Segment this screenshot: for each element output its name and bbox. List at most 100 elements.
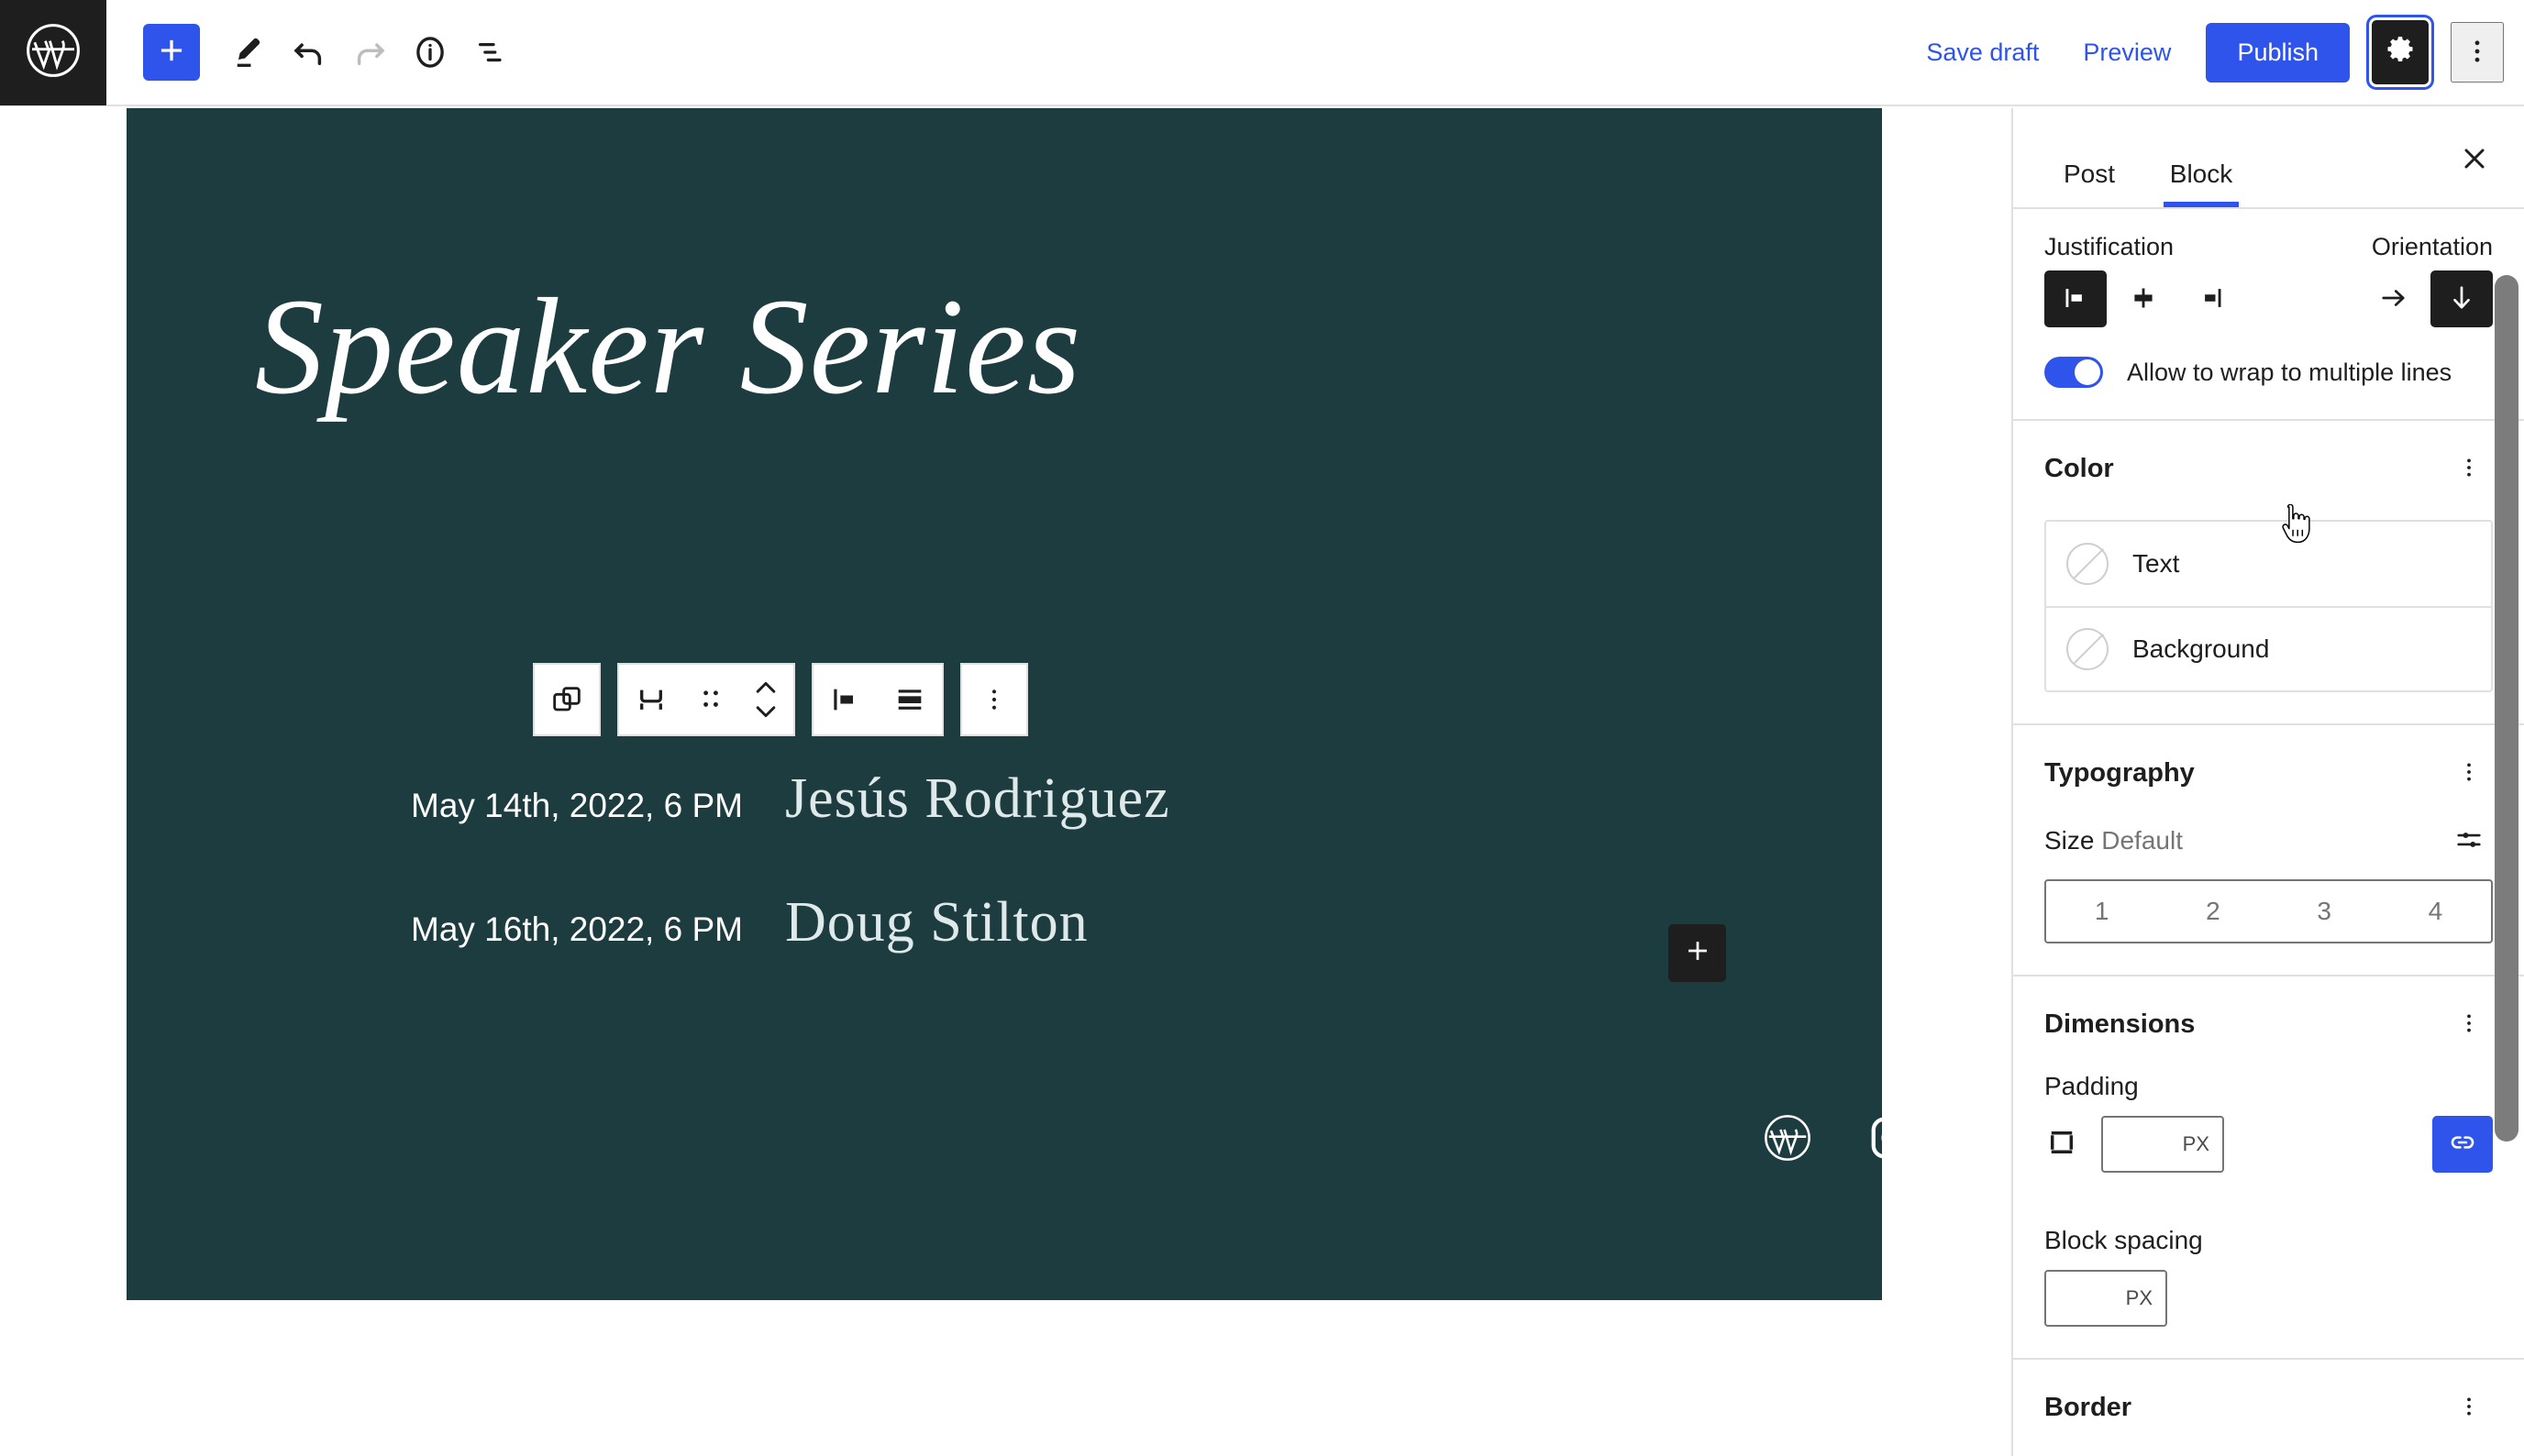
more-options-button[interactable]	[962, 665, 1026, 734]
post-canvas[interactable]: Speaker Series May 14th, 2022, 6 PM Jesú…	[127, 108, 1882, 1300]
dimensions-panel-title: Dimensions	[2044, 1009, 2196, 1039]
align-button[interactable]	[878, 665, 942, 734]
font-size-option-4[interactable]: 4	[2380, 881, 2491, 942]
padding-input[interactable]: PX	[2101, 1116, 2224, 1173]
sidebar-scrollbar[interactable]	[2495, 275, 2518, 1142]
kebab-menu-icon	[980, 685, 1009, 714]
orientation-group: Orientation	[2363, 233, 2493, 327]
gear-icon	[2384, 34, 2417, 72]
align-center-icon	[891, 681, 928, 718]
color-item-text[interactable]: Text	[2046, 522, 2491, 606]
preview-button[interactable]: Preview	[2061, 26, 2193, 80]
padding-unit-label: PX	[2182, 1132, 2209, 1155]
editor-options-button[interactable]	[2451, 22, 2504, 83]
wordpress-logo-button[interactable]	[0, 0, 106, 105]
arrow-right-icon	[2377, 281, 2410, 317]
editor-top-bar: Save draft Preview Publish	[0, 0, 2524, 106]
speaker-date: May 14th, 2022, 6 PM	[411, 787, 743, 824]
layout-panel: Justification Orientation Allow to wrap …	[2013, 209, 2524, 421]
list-view-icon	[471, 33, 510, 72]
justify-left-icon	[827, 681, 864, 718]
box-sides-icon[interactable]	[2044, 1125, 2079, 1164]
color-panel-title: Color	[2044, 453, 2114, 483]
justification-group: Justification	[2044, 233, 2242, 327]
wordpress-icon[interactable]	[1763, 1113, 1812, 1163]
plus-icon	[1682, 935, 1713, 971]
chevron-up-down-icon	[750, 677, 781, 722]
orientation-horizontal-button[interactable]	[2363, 270, 2425, 327]
move-block-button[interactable]	[738, 665, 793, 734]
instagram-icon[interactable]	[1867, 1113, 1882, 1163]
list-view-button[interactable]	[460, 22, 521, 83]
orientation-label: Orientation	[2371, 233, 2493, 260]
dimensions-options-button[interactable]	[2445, 1000, 2493, 1048]
drag-dots-icon	[697, 683, 725, 716]
dimensions-panel: Dimensions Padding PX Block spacing PX	[2013, 976, 2524, 1360]
kebab-menu-icon	[2456, 455, 2482, 483]
no-color-swatch-icon	[2066, 543, 2109, 585]
drag-handle[interactable]	[683, 665, 738, 734]
sliders-icon	[2453, 824, 2485, 858]
list-item[interactable]: May 16th, 2022, 6 PM Doug Stilton	[411, 890, 1089, 955]
custom-font-size-button[interactable]	[2445, 817, 2493, 865]
page-title[interactable]: Speaker Series	[255, 278, 1081, 415]
wrap-toggle-label: Allow to wrap to multiple lines	[2127, 358, 2452, 386]
details-button[interactable]	[400, 22, 460, 83]
undo-button[interactable]	[279, 22, 339, 83]
color-panel: Color Text Background	[2013, 421, 2524, 725]
color-item-background[interactable]: Background	[2046, 606, 2491, 690]
color-options-button[interactable]	[2445, 445, 2493, 492]
select-parent-button[interactable]	[619, 665, 683, 734]
close-sidebar-button[interactable]	[2449, 134, 2500, 185]
justification-label: Justification	[2044, 233, 2175, 260]
typography-panel: Typography Size Default 1 2 3 4	[2013, 725, 2524, 976]
justify-left-button[interactable]	[2044, 270, 2107, 327]
social-links-block[interactable]	[1763, 1112, 1882, 1164]
save-draft-button[interactable]: Save draft	[1904, 26, 2061, 80]
undo-arrow-icon	[290, 33, 328, 72]
link-icon	[2447, 1127, 2478, 1163]
font-size-label: Size Default	[2044, 826, 2183, 855]
font-size-value: Default	[2101, 826, 2183, 855]
plus-icon	[154, 33, 189, 72]
justify-right-button[interactable]	[2180, 270, 2242, 327]
kebab-menu-icon	[2456, 1394, 2482, 1422]
tools-button[interactable]	[218, 22, 279, 83]
font-size-option-3[interactable]: 3	[2269, 881, 2380, 942]
typography-panel-title: Typography	[2044, 757, 2195, 788]
justify-right-icon	[2195, 281, 2228, 317]
list-item[interactable]: May 14th, 2022, 6 PM Jesús Rodriguez	[411, 767, 1170, 832]
tab-block[interactable]: Block	[2145, 108, 2257, 207]
settings-toggle-button[interactable]	[2372, 20, 2429, 84]
wrap-toggle-row[interactable]: Allow to wrap to multiple lines	[2044, 357, 2493, 388]
typography-options-button[interactable]	[2445, 749, 2493, 797]
block-spacing-input[interactable]: PX	[2044, 1270, 2167, 1327]
justify-button[interactable]	[814, 665, 878, 734]
tab-post[interactable]: Post	[2033, 108, 2145, 207]
info-circle-icon	[411, 33, 449, 72]
block-align-group	[812, 663, 944, 736]
block-toolbar	[533, 663, 1028, 736]
border-options-button[interactable]	[2445, 1384, 2493, 1431]
kebab-menu-icon	[2456, 759, 2482, 788]
color-item-label: Background	[2132, 634, 2270, 663]
add-block-inline-button[interactable]	[1668, 924, 1726, 982]
no-color-swatch-icon	[2066, 628, 2109, 670]
kebab-menu-icon	[2462, 36, 2493, 70]
border-panel-title: Border	[2044, 1392, 2132, 1422]
justify-center-button[interactable]	[2112, 270, 2175, 327]
add-block-button[interactable]	[143, 24, 200, 81]
link-padding-sides-button[interactable]	[2432, 1116, 2493, 1173]
settings-sidebar: Post Block Justification Orientation All…	[2011, 108, 2524, 1456]
redo-arrow-icon	[350, 33, 389, 72]
redo-button[interactable]	[339, 22, 400, 83]
justify-center-icon	[2127, 281, 2160, 317]
block-type-button[interactable]	[535, 665, 599, 734]
wrap-toggle[interactable]	[2044, 357, 2103, 388]
select-parent-icon	[634, 682, 669, 717]
publish-button[interactable]: Publish	[2206, 22, 2350, 83]
font-size-option-1[interactable]: 1	[2046, 881, 2157, 942]
orientation-vertical-button[interactable]	[2430, 270, 2493, 327]
font-size-option-2[interactable]: 2	[2157, 881, 2268, 942]
block-type-group	[533, 663, 601, 736]
